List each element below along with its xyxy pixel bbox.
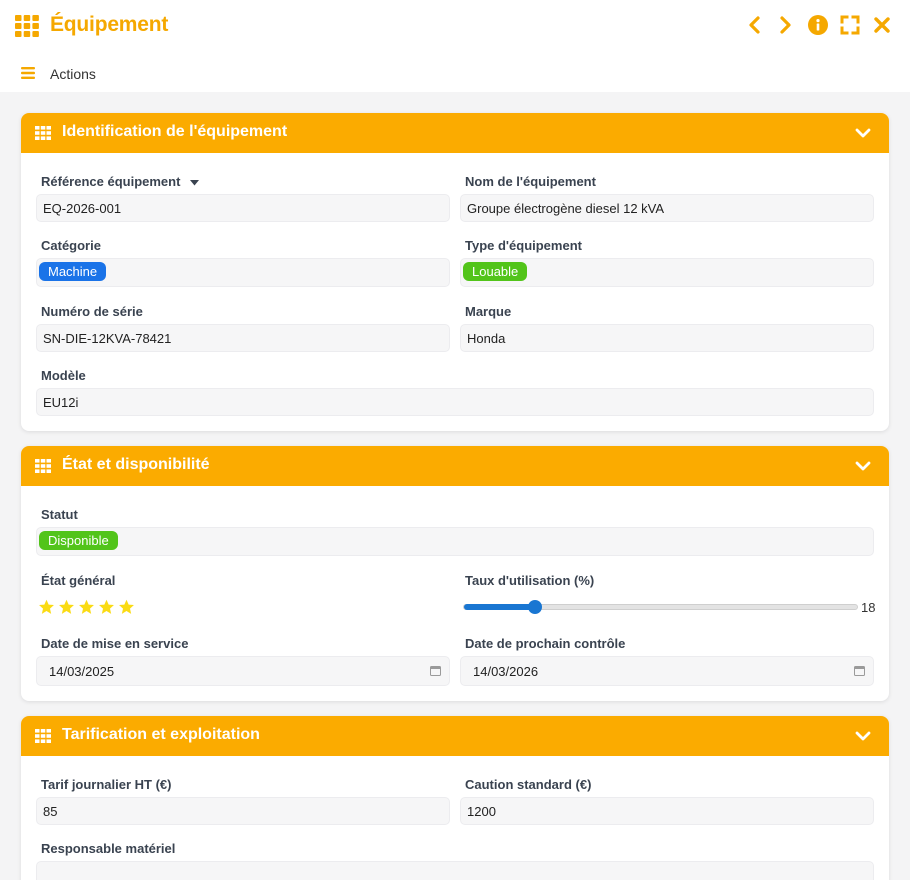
identification-panel-header[interactable]: Identification de l'équipement	[21, 113, 889, 153]
status-field[interactable]: Disponible	[36, 527, 874, 556]
identification-panel-title: Identification de l'équipement	[62, 123, 288, 140]
grid-app-icon	[15, 15, 39, 37]
star-icon[interactable]	[38, 599, 55, 615]
title-bar: Équipement	[0, 0, 910, 54]
table-icon	[35, 459, 51, 473]
close-button[interactable]	[872, 15, 892, 35]
info-icon	[808, 15, 828, 35]
actions-menu-button[interactable]: Actions	[50, 66, 96, 82]
chevron-right-icon	[780, 16, 791, 34]
equipment-window: Équipement Actions Identification de l'é…	[0, 0, 910, 880]
commission-date-field[interactable]: 14/03/2025	[36, 656, 450, 686]
daily-rate-field[interactable]: 85	[36, 797, 450, 825]
chevron-down-icon[interactable]	[855, 459, 871, 473]
calendar-icon[interactable]	[854, 665, 865, 676]
category-badge: Machine	[39, 262, 107, 281]
info-button[interactable]	[808, 15, 828, 35]
toolbar: Actions	[0, 54, 910, 92]
commission-date-value: 14/03/2025	[49, 664, 115, 679]
hamburger-menu-icon[interactable]	[21, 67, 35, 79]
chevron-down-icon[interactable]	[855, 126, 871, 140]
pricing-panel-title: Tarification et exploitation	[62, 726, 260, 743]
deposit-field[interactable]: 1200	[460, 797, 874, 825]
status-badge: Disponible	[39, 531, 118, 550]
star-icon[interactable]	[78, 599, 95, 615]
usage-slider-thumb[interactable]	[528, 600, 542, 614]
daily-rate-label: Tarif journalier HT (€)	[41, 777, 172, 792]
calendar-icon[interactable]	[430, 665, 441, 676]
commission-date-label: Date de mise en service	[41, 636, 189, 651]
chevron-left-icon	[749, 16, 760, 34]
close-icon	[874, 17, 890, 33]
reference-label-text: Référence équipement	[41, 174, 181, 189]
condition-rating[interactable]	[38, 599, 135, 615]
name-field[interactable]: Groupe électrogène diesel 12 kVA	[460, 194, 874, 222]
brand-field[interactable]: Honda	[460, 324, 874, 352]
identification-panel: Identification de l'équipement Référence…	[21, 113, 889, 431]
usage-slider[interactable]	[463, 600, 858, 614]
window-title: Équipement	[50, 13, 169, 36]
status-panel-title: État et disponibilité	[62, 456, 210, 473]
caret-down-icon[interactable]	[190, 179, 200, 186]
star-icon[interactable]	[118, 599, 135, 615]
brand-label: Marque	[465, 304, 512, 319]
next-record-button[interactable]	[776, 15, 796, 35]
status-panel: État et disponibilité Statut Disponible …	[21, 446, 889, 701]
category-field[interactable]: Machine	[36, 258, 450, 287]
serial-label: Numéro de série	[41, 304, 143, 319]
type-field[interactable]: Louable	[460, 258, 874, 287]
manager-label: Responsable matériel	[41, 841, 176, 856]
pricing-panel-header[interactable]: Tarification et exploitation	[21, 716, 889, 756]
table-icon	[35, 729, 51, 743]
star-icon[interactable]	[58, 599, 75, 615]
manager-field[interactable]	[36, 861, 874, 880]
deposit-label: Caution standard (€)	[465, 777, 592, 792]
usage-slider-fill	[464, 604, 535, 610]
category-label: Catégorie	[41, 238, 101, 253]
previous-record-button[interactable]	[744, 15, 764, 35]
title-controls	[744, 15, 892, 35]
serial-field[interactable]: SN-DIE-12KVA-78421	[36, 324, 450, 352]
next-check-date-field[interactable]: 14/03/2026	[460, 656, 874, 686]
type-label: Type d'équipement	[465, 238, 582, 253]
model-label: Modèle	[41, 368, 86, 383]
star-icon[interactable]	[98, 599, 115, 615]
reference-label[interactable]: Référence équipement	[41, 174, 200, 189]
type-badge: Louable	[463, 262, 528, 281]
fullscreen-button[interactable]	[840, 15, 860, 35]
status-panel-header[interactable]: État et disponibilité	[21, 446, 889, 486]
chevron-down-icon[interactable]	[855, 729, 871, 743]
pricing-panel: Tarification et exploitation Tarif journ…	[21, 716, 889, 880]
name-label: Nom de l'équipement	[465, 174, 596, 189]
status-label: Statut	[41, 507, 78, 522]
model-field[interactable]: EU12i	[36, 388, 874, 416]
condition-label: État général	[41, 573, 116, 588]
table-icon	[35, 126, 51, 140]
usage-label: Taux d'utilisation (%)	[465, 573, 595, 588]
reference-field[interactable]: EQ-2026-001	[36, 194, 450, 222]
usage-value: 18	[861, 600, 876, 615]
next-check-date-label: Date de prochain contrôle	[465, 636, 626, 651]
expand-icon	[840, 15, 860, 35]
next-check-date-value: 14/03/2026	[473, 664, 539, 679]
